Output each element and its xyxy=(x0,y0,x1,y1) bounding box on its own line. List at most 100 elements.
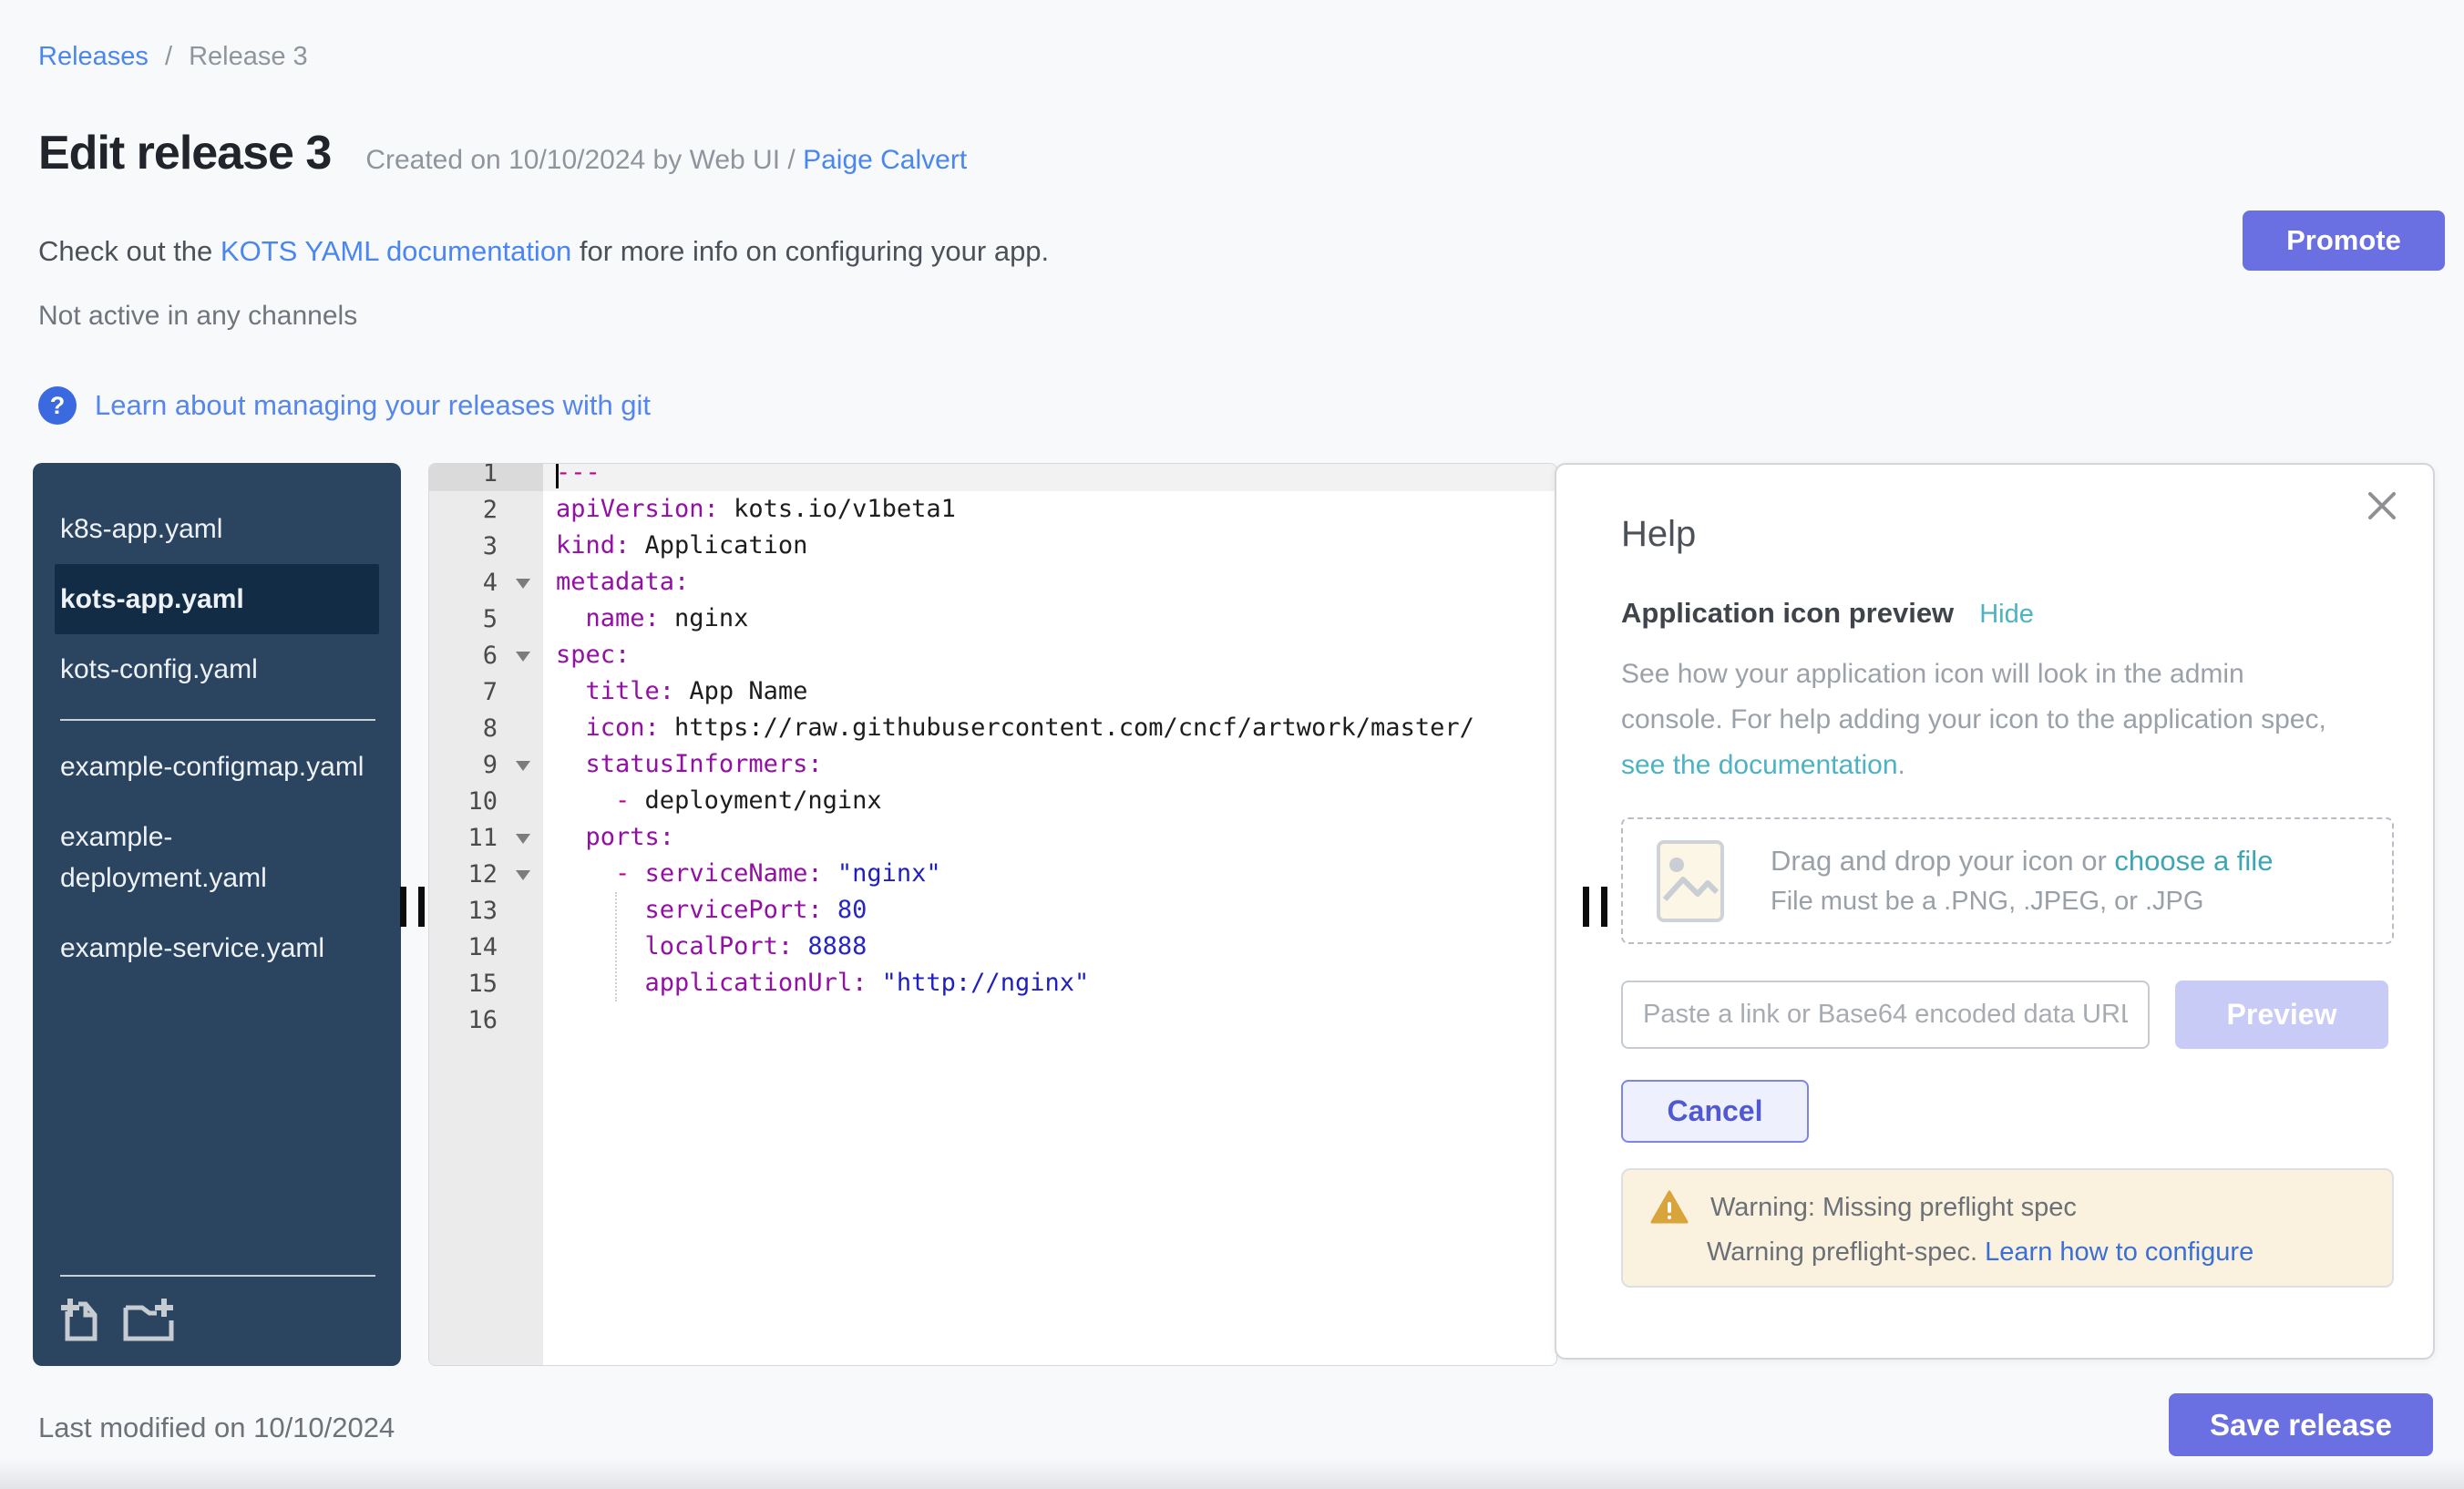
code-line[interactable]: 5 name: nginx xyxy=(429,601,1556,637)
warning-box: Warning: Missing preflight spec Warning … xyxy=(1621,1168,2394,1288)
line-number: 3 xyxy=(429,528,543,564)
line-number: 6 xyxy=(429,637,543,673)
file-tree-item[interactable]: example-deployment.yaml xyxy=(55,802,379,913)
fold-arrow-icon[interactable] xyxy=(516,761,530,771)
code-line[interactable]: 12 - serviceName: "nginx" xyxy=(429,856,1556,892)
see-documentation-link[interactable]: see the documentation xyxy=(1621,750,1898,780)
code-line[interactable]: 7 title: App Name xyxy=(429,673,1556,710)
question-mark-icon: ? xyxy=(38,386,77,425)
file-tree: k8s-app.yamlkots-app.yamlkots-config.yam… xyxy=(33,463,401,1366)
kots-yaml-docs-link[interactable]: KOTS YAML documentation xyxy=(221,235,571,267)
code-lines: 1---2apiVersion: kots.io/v1beta13kind: A… xyxy=(429,463,1556,1038)
breadcrumb-current: Release 3 xyxy=(189,42,308,71)
line-number: 13 xyxy=(429,892,543,929)
git-releases-link[interactable]: Learn about managing your releases with … xyxy=(95,389,651,422)
code-text: applicationUrl: "http://nginx" xyxy=(543,965,1556,1001)
new-folder-icon[interactable] xyxy=(122,1297,175,1342)
line-number: 11 xyxy=(429,819,543,856)
code-text: localPort: 8888 xyxy=(543,929,1556,965)
file-tree-item[interactable]: k8s-app.yaml xyxy=(55,494,379,564)
edit-release-page: Releases / Release 3 Edit release 3 Crea… xyxy=(0,0,2464,1489)
created-author-link[interactable]: Paige Calvert xyxy=(803,145,967,175)
git-help-row: ? Learn about managing your releases wit… xyxy=(38,386,651,425)
panel-resize-handle[interactable] xyxy=(1583,887,1607,927)
code-text: ports: xyxy=(543,819,1556,856)
code-line[interactable]: 15 applicationUrl: "http://nginx" xyxy=(429,965,1556,1001)
file-tree-item[interactable]: example-configmap.yaml xyxy=(55,732,379,802)
dropzone-text: Drag and drop your icon or choose a file… xyxy=(1771,845,2273,917)
learn-configure-link[interactable]: Learn how to configure xyxy=(1985,1237,2254,1267)
indent-guide xyxy=(615,892,617,1001)
file-tree-list: k8s-app.yamlkots-app.yamlkots-config.yam… xyxy=(33,463,401,983)
fold-arrow-icon[interactable] xyxy=(516,579,530,589)
docs-hint-suffix: for more info on configuring your app. xyxy=(571,235,1049,267)
warning-detail-text: Warning preflight-spec. xyxy=(1707,1237,1985,1267)
breadcrumb-link-releases[interactable]: Releases xyxy=(38,42,149,71)
code-line[interactable]: 10 - deployment/nginx xyxy=(429,783,1556,819)
code-editor[interactable]: 1---2apiVersion: kots.io/v1beta13kind: A… xyxy=(428,463,1557,1366)
line-number: 7 xyxy=(429,673,543,710)
file-tree-item[interactable]: kots-config.yaml xyxy=(55,634,379,704)
code-text: apiVersion: kots.io/v1beta1 xyxy=(543,491,1556,528)
fold-arrow-icon[interactable] xyxy=(516,870,530,880)
choose-file-link[interactable]: choose a file xyxy=(2114,845,2273,877)
code-text: metadata: xyxy=(543,564,1556,601)
cancel-button[interactable]: Cancel xyxy=(1621,1080,1809,1143)
promote-button[interactable]: Promote xyxy=(2243,211,2445,271)
line-number: 14 xyxy=(429,929,543,965)
preview-button[interactable]: Preview xyxy=(2175,981,2388,1049)
icon-dropzone[interactable]: Drag and drop your icon or choose a file… xyxy=(1621,817,2394,944)
file-tree-item[interactable]: example-service.yaml xyxy=(55,913,379,983)
sidebar-resize-handle[interactable] xyxy=(400,887,425,927)
help-description-line2: console. For help adding your icon to th… xyxy=(1621,704,2326,734)
code-line[interactable]: 2apiVersion: kots.io/v1beta1 xyxy=(429,491,1556,528)
file-tree-footer xyxy=(60,1275,375,1366)
line-number: 16 xyxy=(429,1001,543,1038)
dropzone-line2: File must be a .PNG, .JPEG, or .JPG xyxy=(1771,887,2273,917)
code-text: servicePort: 80 xyxy=(543,892,1556,929)
code-line[interactable]: 4metadata: xyxy=(429,564,1556,601)
new-file-icon[interactable] xyxy=(60,1297,100,1342)
code-line[interactable]: 6spec: xyxy=(429,637,1556,673)
line-number: 15 xyxy=(429,965,543,1001)
close-icon[interactable] xyxy=(2364,485,2406,527)
code-line[interactable]: 16 xyxy=(429,1001,1556,1038)
title-row: Edit release 3 Created on 10/10/2024 by … xyxy=(38,126,967,180)
code-line[interactable]: 9 statusInformers: xyxy=(429,746,1556,783)
code-text: --- xyxy=(543,463,1556,491)
file-tree-divider xyxy=(60,719,375,721)
fold-arrow-icon[interactable] xyxy=(516,834,530,844)
page-title: Edit release 3 xyxy=(38,126,331,180)
code-line[interactable]: 1--- xyxy=(429,463,1556,491)
code-text: icon: https://raw.githubusercontent.com/… xyxy=(543,710,1556,746)
line-number: 5 xyxy=(429,601,543,637)
code-line[interactable]: 8 icon: https://raw.githubusercontent.co… xyxy=(429,710,1556,746)
hide-link[interactable]: Hide xyxy=(1979,600,2034,630)
code-text: kind: Application xyxy=(543,528,1556,564)
code-line[interactable]: 11 ports: xyxy=(429,819,1556,856)
code-text: statusInformers: xyxy=(543,746,1556,783)
line-number: 2 xyxy=(429,491,543,528)
code-line[interactable]: 14 localPort: 8888 xyxy=(429,929,1556,965)
code-text: name: nginx xyxy=(543,601,1556,637)
file-tree-item[interactable]: kots-app.yaml xyxy=(55,564,379,634)
code-line[interactable]: 3kind: Application xyxy=(429,528,1556,564)
save-release-button[interactable]: Save release xyxy=(2169,1393,2433,1456)
help-title: Help xyxy=(1621,514,2389,555)
icon-url-input[interactable] xyxy=(1621,981,2150,1049)
section-title: Application icon preview xyxy=(1621,597,1954,630)
warning-detail: Warning preflight-spec. Learn how to con… xyxy=(1707,1237,2365,1268)
fold-arrow-icon[interactable] xyxy=(516,652,530,662)
warning-triangle-icon xyxy=(1650,1190,1689,1225)
help-description-period: . xyxy=(1898,750,1905,780)
help-description: See how your application icon will look … xyxy=(1621,652,2389,788)
breadcrumb-separator: / xyxy=(165,42,172,71)
line-number: 9 xyxy=(429,746,543,783)
code-text: title: App Name xyxy=(543,673,1556,710)
dropzone-line1: Drag and drop your icon or xyxy=(1771,845,2114,877)
line-number: 8 xyxy=(429,710,543,746)
icon-url-row: Preview xyxy=(1621,981,2389,1049)
last-modified-text: Last modified on 10/10/2024 xyxy=(38,1412,395,1444)
code-line[interactable]: 13 servicePort: 80 xyxy=(429,892,1556,929)
code-text: spec: xyxy=(543,637,1556,673)
